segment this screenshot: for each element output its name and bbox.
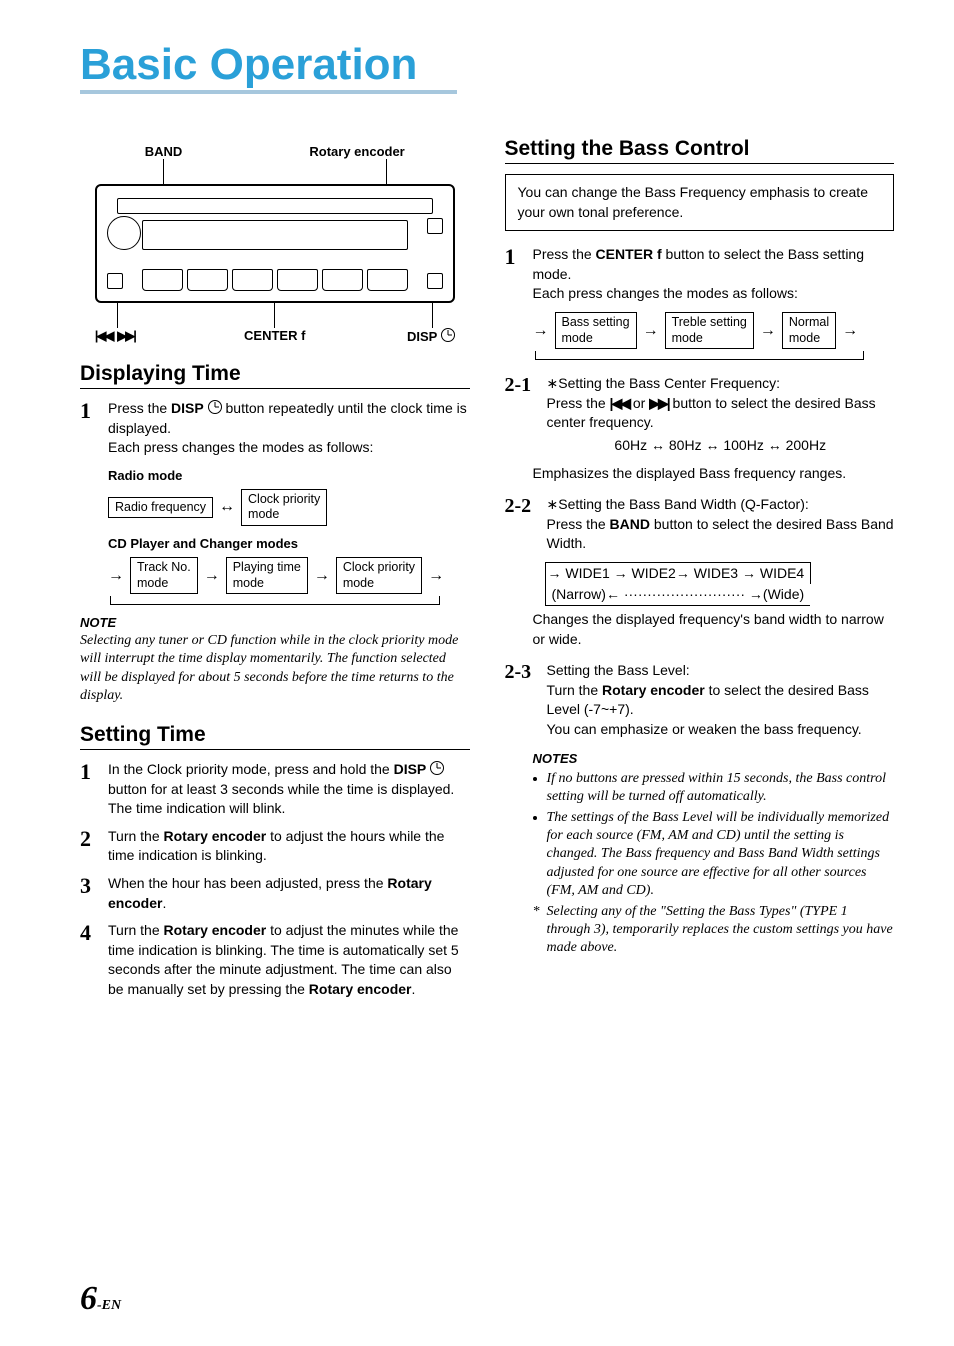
note-item: Selecting any of the "Setting the Bass T… (547, 903, 895, 958)
flow-box: Playing time mode (226, 557, 308, 594)
note-body: Selecting any tuner or CD function while… (80, 632, 470, 705)
flow-box: Track No. mode (130, 557, 198, 594)
flow-box: Clock priority mode (336, 557, 422, 594)
notes-heading: NOTES (533, 750, 895, 768)
band-width-flow: → WIDE1 → WIDE2→ WIDE3 → WIDE4 (Narrow)←… (545, 562, 895, 606)
step-number: 2-1 (505, 374, 547, 455)
clock-icon (208, 400, 222, 414)
section-bass-control: Setting the Bass Control (505, 137, 895, 164)
step-body: ∗Setting the Bass Center Frequency: Pres… (547, 374, 895, 455)
flow-box: Radio frequency (108, 497, 213, 519)
note-heading: NOTE (80, 615, 470, 630)
step-body: When the hour has been adjusted, press t… (108, 874, 470, 913)
note-item: If no buttons are pressed within 15 seco… (547, 770, 895, 806)
page-title: Basic Operation (80, 40, 457, 94)
cd-mode-label: CD Player and Changer modes (108, 536, 470, 551)
step-number: 1 (505, 245, 533, 304)
device-diagram: BAND Rotary encoder (95, 144, 455, 344)
clock-icon (441, 328, 455, 342)
arrow-icon: → (428, 567, 444, 585)
arrow-icon: ↔ (219, 498, 235, 516)
notes-list: If no buttons are pressed within 15 seco… (533, 770, 895, 958)
note-item: The settings of the Bass Level will be i… (547, 809, 895, 900)
left-column: BAND Rotary encoder (80, 119, 470, 1008)
flow-box: Bass setting mode (555, 312, 637, 349)
label-band: BAND (145, 144, 183, 159)
step-note: Emphasizes the displayed Bass frequency … (533, 464, 895, 484)
label-center-f: CENTER f (195, 328, 355, 344)
step-number: 2-2 (505, 495, 547, 554)
arrow-icon: → (533, 322, 549, 340)
section-displaying-time: Displaying Time (80, 362, 470, 389)
arrow-icon: → (204, 567, 220, 585)
section-setting-time: Setting Time (80, 723, 470, 750)
step-number: 2-3 (505, 661, 547, 739)
arrow-icon: → (314, 567, 330, 585)
label-prev-next: |◀◀ ▶▶| (95, 328, 195, 344)
arrow-icon: → (643, 322, 659, 340)
info-box: You can change the Bass Frequency emphas… (505, 174, 895, 231)
step-note: Changes the displayed frequency's band w… (533, 610, 895, 649)
flow-box: Normal mode (782, 312, 836, 349)
step-number: 4 (80, 921, 108, 999)
step-body: Setting the Bass Level: Turn the Rotary … (547, 661, 895, 739)
step-body: Press the DISP button repeatedly until t… (108, 399, 470, 458)
step-body: ∗Setting the Bass Band Width (Q-Factor):… (547, 495, 895, 554)
step-body: Turn the Rotary encoder to adjust the mi… (108, 921, 470, 999)
arrow-icon: → (842, 322, 858, 340)
right-column: Setting the Bass Control You can change … (505, 119, 895, 1008)
label-disp: DISP (355, 328, 455, 344)
clock-icon (430, 761, 444, 775)
page-number: 6-EN (80, 1280, 121, 1318)
label-rotary: Rotary encoder (309, 144, 404, 159)
radio-mode-label: Radio mode (108, 468, 470, 483)
step-body: Turn the Rotary encoder to adjust the ho… (108, 827, 470, 866)
arrow-icon: → (760, 322, 776, 340)
step-number: 1 (80, 760, 108, 819)
step-body: In the Clock priority mode, press and ho… (108, 760, 470, 819)
frequency-list: 60Hz ↔ 80Hz ↔ 100Hz ↔ 200Hz (547, 436, 895, 456)
step-number: 3 (80, 874, 108, 913)
step-body: Press the CENTER f button to select the … (533, 245, 895, 304)
flow-box: Clock priority mode (241, 489, 327, 526)
arrow-icon: → (108, 567, 124, 585)
step-number: 2 (80, 827, 108, 866)
step-number: 1 (80, 399, 108, 458)
flow-box: Treble setting mode (665, 312, 754, 349)
